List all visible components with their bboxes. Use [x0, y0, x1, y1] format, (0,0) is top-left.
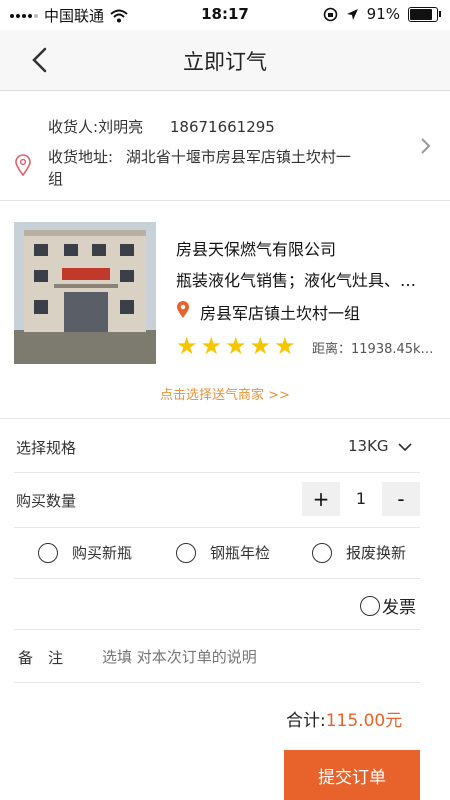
- option-label: 钢瓶年检: [210, 544, 271, 562]
- location-arrow-icon: [346, 8, 358, 20]
- nav-bar: 立即订气: [0, 30, 450, 91]
- star-icon: ★: [200, 332, 223, 360]
- rotation-lock-icon: [323, 7, 337, 21]
- recipient-label: 收货人:: [48, 118, 99, 136]
- recipient-row: 收货人:刘明亮 18671661295: [48, 116, 275, 137]
- radio-icon: [38, 542, 58, 563]
- battery-percent: 91%: [366, 5, 400, 23]
- remark-label: 备 注: [18, 649, 64, 667]
- battery-icon: [408, 6, 441, 22]
- total-label: 合计:: [286, 711, 326, 731]
- recipient-name: 刘明亮: [98, 118, 144, 136]
- quantity-increase-button[interactable]: +: [302, 482, 340, 516]
- radio-icon: [312, 542, 332, 563]
- radio-icon: [360, 595, 380, 616]
- submit-order-button[interactable]: 提交订单: [284, 750, 420, 800]
- quantity-decrease-button[interactable]: -: [382, 482, 420, 516]
- star-icon: ★: [249, 332, 272, 360]
- address-card[interactable]: 收货人:刘明亮 18671661295 收货地址: 湖北省十堰市房县军店镇土坎村…: [0, 90, 450, 201]
- total-amount: 115.00元: [325, 711, 403, 731]
- star-icon: ★: [225, 332, 247, 360]
- option-label: 报废换新: [346, 544, 407, 562]
- merchant-location: 房县军店镇土坎村一组: [200, 304, 361, 323]
- battery-fill: [410, 8, 432, 20]
- status-right-group: 91%: [323, 5, 441, 23]
- merchant-distance: 距离：11938.45k…: [312, 342, 434, 357]
- star-icon: ★: [176, 332, 198, 360]
- spec-row[interactable]: 选择规格 13KG: [14, 420, 420, 473]
- invoice-label: 发票: [382, 598, 416, 618]
- address-label: 收货地址:: [48, 148, 114, 166]
- location-pin-icon: [177, 301, 189, 318]
- invoice-row: 发票: [14, 579, 420, 630]
- address-text: 收货地址: 湖北省十堰市房县军店镇土坎村一 组: [48, 146, 398, 190]
- spec-value: 13KG: [348, 437, 389, 455]
- quantity-row: 购买数量 + 1 -: [14, 473, 420, 528]
- total-line: 合计:115.00元: [286, 706, 402, 731]
- option-new-bottle[interactable]: 购买新瓶: [38, 542, 132, 563]
- merchant-photo: [14, 222, 156, 364]
- remark-row: 备 注: [14, 630, 420, 683]
- address-line1: 湖北省十堰市房县军店镇土坎村一: [125, 148, 351, 166]
- star-icon: ★: [274, 332, 296, 360]
- recipient-phone: 18671661295: [169, 118, 275, 136]
- service-options-row: 购买新瓶 钢瓶年检 报废换新: [14, 528, 420, 579]
- option-label: 购买新瓶: [72, 544, 133, 562]
- merchant-name: 房县天保燃气有限公司: [176, 240, 337, 259]
- select-merchant-link[interactable]: 点击选择送气商家 >>: [0, 384, 450, 403]
- spec-label: 选择规格: [16, 439, 77, 457]
- address-line2: 组: [48, 170, 64, 188]
- chevron-down-icon: [398, 443, 412, 452]
- option-scrap-replace[interactable]: 报废换新: [312, 542, 406, 563]
- merchant-services: 瓶装液化气销售；液化气灶具、…: [176, 271, 417, 290]
- chevron-right-icon: [421, 138, 431, 154]
- merchant-card: 房县天保燃气有限公司 瓶装液化气销售；液化气灶具、… 房县军店镇土坎村一组 ★ ★…: [0, 200, 450, 419]
- invoice-checkbox[interactable]: 发票: [360, 593, 416, 618]
- option-annual-inspection[interactable]: 钢瓶年检: [176, 542, 270, 563]
- location-pin-icon: [15, 154, 31, 176]
- radio-icon: [176, 542, 196, 563]
- quantity-label: 购买数量: [16, 492, 77, 510]
- page-title: 立即订气: [183, 50, 267, 74]
- status-bar: 中国联通 18:17 91%: [0, 0, 450, 30]
- remark-input[interactable]: [100, 640, 404, 674]
- rating-stars: ★ ★ ★ ★ ★: [176, 334, 296, 358]
- quantity-value[interactable]: 1: [344, 489, 378, 508]
